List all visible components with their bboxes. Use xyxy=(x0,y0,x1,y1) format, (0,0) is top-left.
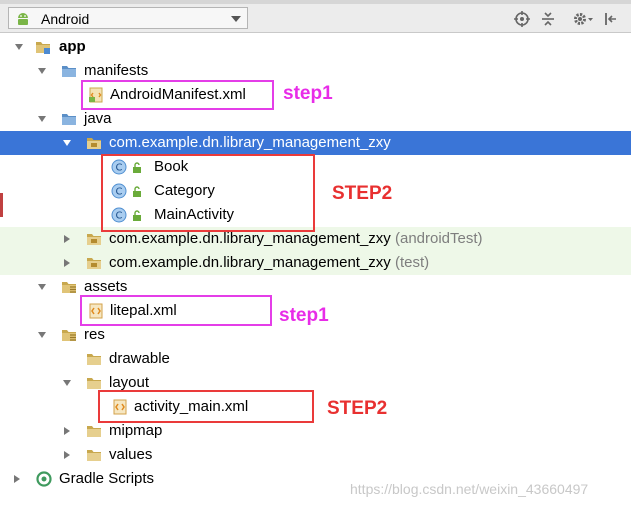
expanded-arrow-icon[interactable] xyxy=(62,378,72,388)
tree-item-label: values xyxy=(109,446,153,463)
source-folder-icon xyxy=(62,66,76,77)
tree-item-label: assets xyxy=(84,278,128,295)
package-suffix: (androidTest) xyxy=(394,230,483,247)
folder-icon xyxy=(87,426,101,437)
resource-folder-icon xyxy=(62,282,76,293)
resource-folder-icon xyxy=(62,330,76,341)
tree-item-label: res xyxy=(84,326,105,343)
tree-item-main-activity[interactable]: C MainActivity xyxy=(0,203,631,227)
tree-item-values[interactable]: values xyxy=(0,443,631,467)
tree-item-label: manifests xyxy=(84,62,149,79)
annotation-box-classes xyxy=(101,154,315,232)
module-folder-icon xyxy=(36,42,50,54)
package-name: com.example.dn.library_management_zxy xyxy=(109,254,391,271)
folder-icon xyxy=(87,354,101,365)
android-icon xyxy=(18,13,28,25)
collapsed-arrow-icon[interactable] xyxy=(12,474,22,484)
annotation-box-litepal xyxy=(80,295,272,326)
tree-item-layout[interactable]: layout xyxy=(0,371,631,395)
project-toolbar: Android xyxy=(0,4,631,33)
annotation-step1-litepal: step1 xyxy=(279,305,329,326)
annotation-box-layout xyxy=(98,390,314,423)
target-icon[interactable] xyxy=(514,11,530,27)
folder-icon xyxy=(87,450,101,461)
expanded-arrow-icon[interactable] xyxy=(37,330,47,340)
expanded-arrow-icon[interactable] xyxy=(14,42,24,52)
gear-icon[interactable] xyxy=(572,11,594,27)
watermark: https://blog.csdn.net/weixin_43660497 xyxy=(350,481,589,497)
expanded-arrow-icon[interactable] xyxy=(62,138,72,148)
tree-item-app[interactable]: app xyxy=(0,35,631,59)
collapsed-arrow-icon[interactable] xyxy=(62,426,72,436)
tree-item-test-package[interactable]: com.example.dn.library_management_zxy (t… xyxy=(0,251,631,275)
annotation-step2-layout: STEP2 xyxy=(327,398,388,419)
tree-item-label: app xyxy=(59,38,86,55)
tree-item-main-package[interactable]: com.example.dn.library_management_zxy xyxy=(0,131,631,155)
collapsed-arrow-icon[interactable] xyxy=(62,234,72,244)
collapse-all-icon[interactable] xyxy=(540,11,556,27)
tree-item-label: mipmap xyxy=(109,422,163,439)
folder-icon xyxy=(87,378,101,389)
tree-item-mipmap[interactable]: mipmap xyxy=(0,419,631,443)
expanded-arrow-icon[interactable] xyxy=(37,282,47,292)
expanded-arrow-icon[interactable] xyxy=(37,114,47,124)
gradle-icon xyxy=(36,471,52,487)
tree-item-label: Gradle Scripts xyxy=(59,470,155,487)
tree-item-label: layout xyxy=(109,374,150,391)
tree-item-label: com.example.dn.library_management_zxy (t… xyxy=(109,254,429,271)
tree-item-java[interactable]: java xyxy=(0,107,631,131)
annotation-step2-classes: STEP2 xyxy=(332,183,393,204)
hide-panel-icon[interactable] xyxy=(603,11,619,27)
tree-item-label: com.example.dn.library_management_zxy xyxy=(109,134,391,151)
tree-item-label: drawable xyxy=(109,350,170,367)
package-icon xyxy=(87,234,101,245)
tree-item-book[interactable]: C Book xyxy=(0,155,631,179)
tree-item-android-test-package[interactable]: com.example.dn.library_management_zxy (a… xyxy=(0,227,631,251)
expanded-arrow-icon[interactable] xyxy=(37,66,47,76)
tree-item-activity-main[interactable]: activity_main.xml xyxy=(0,395,631,419)
project-view-label: Android xyxy=(41,11,90,27)
project-view-dropdown[interactable]: Android xyxy=(8,7,248,29)
package-icon xyxy=(87,258,101,269)
package-icon xyxy=(87,138,101,149)
annotation-box-manifest xyxy=(81,80,274,110)
package-name: com.example.dn.library_management_zxy xyxy=(109,230,391,247)
tree-item-category[interactable]: C Category xyxy=(0,179,631,203)
collapsed-arrow-icon[interactable] xyxy=(62,258,72,268)
chevron-down-icon xyxy=(231,16,241,22)
source-folder-icon xyxy=(62,114,76,125)
collapsed-arrow-icon[interactable] xyxy=(62,450,72,460)
annotation-step1-manifest: step1 xyxy=(283,83,333,104)
package-suffix: (test) xyxy=(394,254,430,271)
tree-item-label: com.example.dn.library_management_zxy (a… xyxy=(109,230,483,247)
tree-item-drawable[interactable]: drawable xyxy=(0,347,631,371)
tree-item-label: java xyxy=(84,110,112,127)
